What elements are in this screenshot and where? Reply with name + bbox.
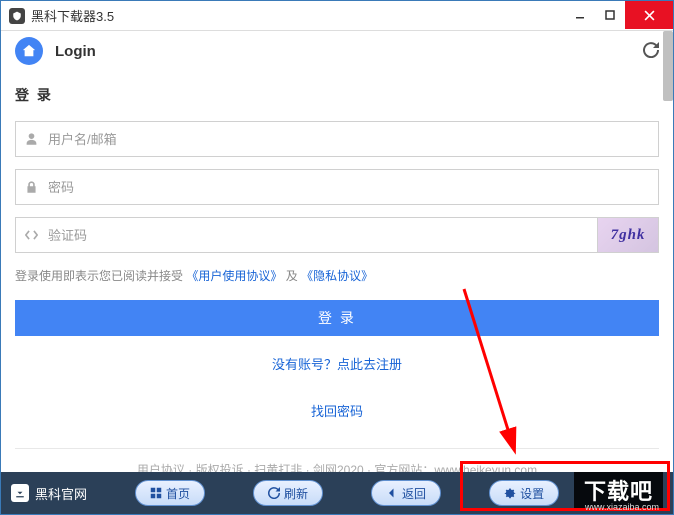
code-icon (25, 229, 38, 242)
password-input[interactable] (15, 169, 659, 205)
refresh-icon (268, 487, 280, 499)
grid-icon (150, 487, 162, 499)
window-title: 黑科下载器3.5 (31, 6, 565, 25)
login-button[interactable]: 登 录 (15, 300, 659, 336)
site-label: 黑科官网 (35, 484, 87, 503)
user-icon (25, 133, 38, 146)
close-button[interactable] (625, 1, 673, 29)
titlebar: 黑科下载器3.5 (1, 1, 673, 31)
refresh-icon[interactable] (643, 42, 659, 61)
arrow-left-icon (386, 487, 398, 499)
minimize-button[interactable] (565, 1, 595, 29)
page-subtitle: 登 录 (15, 85, 659, 105)
nav-refresh-button[interactable]: 刷新 (253, 480, 323, 506)
download-icon (11, 484, 29, 502)
home-icon[interactable] (15, 37, 43, 65)
bottom-navbar: 黑科官网 首页 刷新 返回 设置 (1, 472, 673, 514)
captcha-input[interactable] (15, 217, 597, 253)
forgot-password-link[interactable]: 找回密码 (15, 401, 659, 420)
maximize-button[interactable] (595, 1, 625, 29)
username-input[interactable] (15, 121, 659, 157)
nav-back-button[interactable]: 返回 (371, 480, 441, 506)
lock-icon (25, 181, 38, 194)
app-icon (9, 8, 25, 24)
site-link[interactable]: 黑科官网 (11, 484, 87, 503)
page-header: Login (1, 31, 673, 71)
register-link[interactable]: 没有账号？点此去注册 (15, 354, 659, 373)
nav-home-button[interactable]: 首页 (135, 480, 205, 506)
captcha-image[interactable]: 7ghk (597, 217, 659, 253)
nav-settings-button[interactable]: 设置 (489, 480, 559, 506)
agreement-text: 登录使用即表示您已阅读并接受 《用户使用协议》 及 《隐私协议》 (15, 267, 659, 284)
watermark-url: www.xiazaiba.com (585, 502, 659, 512)
page-title: Login (55, 43, 643, 60)
privacy-link[interactable]: 《隐私协议》 (301, 269, 373, 283)
user-agreement-link[interactable]: 《用户使用协议》 (186, 269, 282, 283)
login-form: 登 录 7ghk 登录使用即表示您已阅读并接受 《用户使用协议》 及 《隐私协议… (1, 85, 673, 478)
gear-icon (504, 487, 516, 499)
